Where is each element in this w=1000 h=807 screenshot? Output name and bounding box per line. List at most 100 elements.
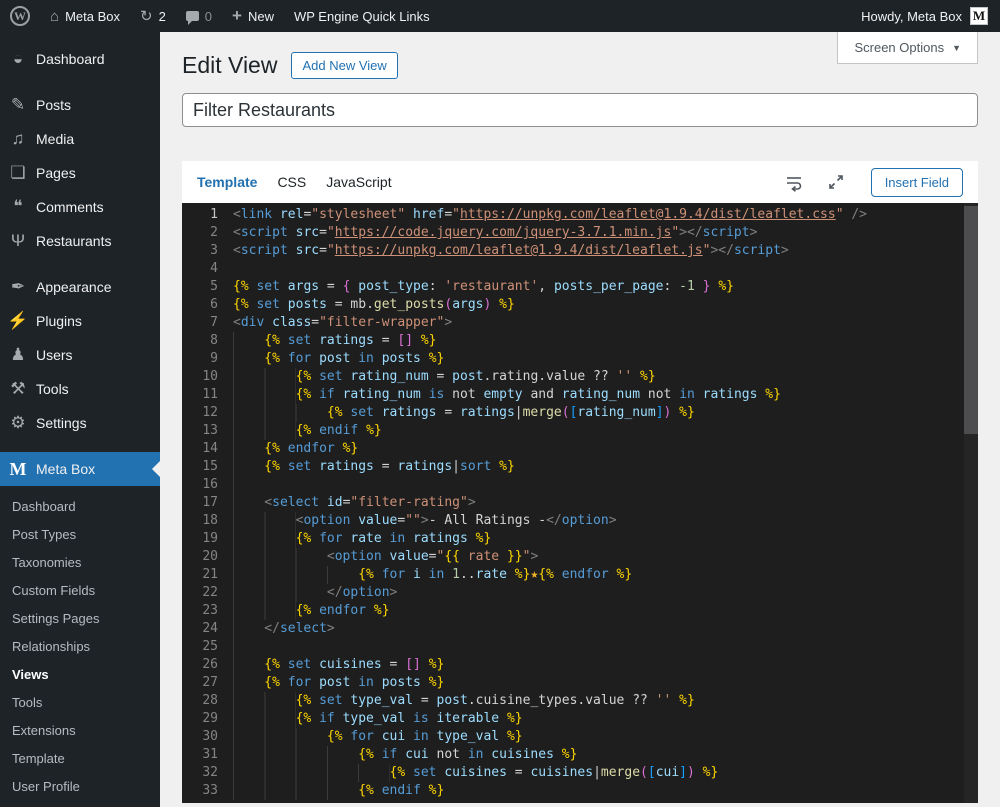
menu-separator bbox=[0, 440, 160, 452]
sidebar-item-media[interactable]: ♫ Media bbox=[0, 122, 160, 156]
wp-logo-menu[interactable]: W bbox=[0, 0, 40, 32]
sidebar-item-users[interactable]: ♟ Users bbox=[0, 338, 160, 372]
line-content: {% for i in 1..rate %}★{% endfor %} bbox=[233, 566, 632, 584]
code-editor[interactable]: 1 <link rel="stylesheet" href="https://un… bbox=[182, 203, 978, 803]
editor-tabs: Template CSS JavaScript bbox=[197, 174, 392, 190]
indent-guide bbox=[233, 584, 327, 602]
code-line: 9 {% for post in posts %} bbox=[182, 350, 978, 368]
line-content: {% endfor %} bbox=[233, 440, 358, 458]
line-number: 24 bbox=[202, 621, 218, 636]
wrap-lines-icon[interactable] bbox=[783, 171, 805, 193]
sidebar-item-plugins[interactable]: ⚡ Plugins bbox=[0, 304, 160, 338]
view-title-input[interactable] bbox=[182, 93, 978, 127]
comments-menu[interactable]: 0 bbox=[176, 0, 222, 32]
tab-css[interactable]: CSS bbox=[277, 174, 306, 190]
submenu-item-template[interactable]: Template bbox=[0, 744, 160, 772]
line-number: 33 bbox=[202, 783, 218, 798]
fullscreen-icon[interactable] bbox=[825, 171, 847, 193]
submenu-item-tools[interactable]: Tools bbox=[0, 688, 160, 716]
line-content: {% if type_val is iterable %} bbox=[233, 710, 523, 728]
site-name-menu[interactable]: ⌂ Meta Box bbox=[40, 0, 130, 32]
code-line: 30 {% for cui in type_val %} bbox=[182, 728, 978, 746]
submenu-item-views[interactable]: Views bbox=[0, 660, 160, 688]
line-content: {% set ratings = ratings|sort %} bbox=[233, 458, 515, 476]
editor-toolbar: Template CSS JavaScript Insert Field bbox=[182, 161, 978, 203]
indent-guide bbox=[233, 494, 265, 512]
line-content: {% for cui in type_val %} bbox=[233, 728, 523, 746]
chevron-down-icon: ▼ bbox=[952, 42, 961, 53]
sidebar-item-posts[interactable]: ✎ Posts bbox=[0, 88, 160, 122]
submenu-item-user-profile[interactable]: User Profile bbox=[0, 772, 160, 800]
submenu-item-custom-fields[interactable]: Custom Fields bbox=[0, 576, 160, 604]
code-line: 6 {% set posts = mb.get_posts(args) %} bbox=[182, 296, 978, 314]
insert-field-button[interactable]: Insert Field bbox=[870, 167, 963, 197]
updates-icon: ↻ bbox=[139, 8, 153, 25]
settings-icon: ⚙ bbox=[10, 413, 26, 432]
updates-count: 2 bbox=[158, 8, 166, 24]
howdy-menu[interactable]: Howdy, Meta Box bbox=[853, 9, 970, 24]
sidebar-item-label: Media bbox=[36, 131, 75, 147]
code-line: 32 {% set cuisines = cuisines|merge([cui]… bbox=[182, 764, 978, 782]
sidebar-item-tools[interactable]: ⚒ Tools bbox=[0, 372, 160, 406]
line-number: 25 bbox=[202, 639, 218, 654]
submenu-item-taxonomies[interactable]: Taxonomies bbox=[0, 548, 160, 576]
code-line: 15 {% set ratings = ratings|sort %} bbox=[182, 458, 978, 476]
line-content: <option value="{{ rate }}"> bbox=[233, 548, 538, 566]
indent-guide bbox=[233, 782, 359, 800]
indent-guide bbox=[233, 476, 265, 494]
submenu-item-post-types[interactable]: Post Types bbox=[0, 520, 160, 548]
tab-template[interactable]: Template bbox=[197, 174, 257, 190]
posts-icon: ✎ bbox=[10, 95, 26, 114]
sidebar-item-dashboard[interactable]: ◒ Dashboard bbox=[0, 42, 160, 76]
line-number: 5 bbox=[210, 279, 218, 294]
indent-guide bbox=[233, 674, 265, 692]
add-new-view-button[interactable]: Add New View bbox=[291, 52, 398, 79]
sidebar-item-comments[interactable]: ❝ Comments bbox=[0, 190, 160, 224]
code-line: 22 </option> bbox=[182, 584, 978, 602]
line-number: 17 bbox=[202, 495, 218, 510]
indent-guide bbox=[233, 530, 296, 548]
submenu-item-relationships[interactable]: Relationships bbox=[0, 632, 160, 660]
editor-scrollbar-thumb[interactable] bbox=[964, 206, 978, 434]
editor-scrollbar-track[interactable] bbox=[964, 203, 978, 803]
sidebar-item-settings[interactable]: ⚙ Settings bbox=[0, 406, 160, 440]
home-icon: ⌂ bbox=[50, 7, 60, 25]
sidebar-item-restaurants[interactable]: Ψ Restaurants bbox=[0, 224, 160, 258]
line-content: {% set ratings = ratings|merge([rating_n… bbox=[233, 404, 695, 422]
screen-options-button[interactable]: Screen Options ▼ bbox=[837, 32, 978, 64]
line-number: 15 bbox=[202, 459, 218, 474]
updates-menu[interactable]: ↻ 2 bbox=[130, 0, 176, 32]
code-line: 29 {% if type_val is iterable %} bbox=[182, 710, 978, 728]
line-content: {% if cui not in cuisines %} bbox=[233, 746, 577, 764]
line-number: 3 bbox=[210, 243, 218, 258]
code-line: 14 {% endfor %} bbox=[182, 440, 978, 458]
sidebar-item-pages[interactable]: ❏ Pages bbox=[0, 156, 160, 190]
appearance-icon: ✒ bbox=[10, 277, 26, 296]
new-content-menu[interactable]: + New bbox=[222, 0, 284, 32]
code-line: 25 bbox=[182, 638, 978, 656]
avatar[interactable]: M bbox=[970, 7, 988, 25]
line-content: {% set cuisines = cuisines|merge([cui]) … bbox=[233, 764, 718, 782]
sidebar-item-appearance[interactable]: ✒ Appearance bbox=[0, 270, 160, 304]
line-content: <script src="https://unpkg.com/leaflet@1… bbox=[233, 243, 789, 258]
submenu-item-dashboard[interactable]: Dashboard bbox=[0, 492, 160, 520]
line-content: {% if rating_num is not empty and rating… bbox=[233, 386, 781, 404]
code-line: 2 <script src="https://code.jquery.com/jq… bbox=[182, 224, 978, 242]
indent-guide bbox=[233, 602, 296, 620]
line-content: {% set args = { post_type: 'restaurant',… bbox=[233, 279, 734, 294]
sidebar-item-label: Settings bbox=[36, 415, 87, 431]
tab-javascript[interactable]: JavaScript bbox=[326, 174, 391, 190]
wp-engine-quick-links-menu[interactable]: WP Engine Quick Links bbox=[284, 0, 440, 32]
sidebar-item-meta-box[interactable]: M Meta Box bbox=[0, 452, 160, 486]
submenu-item-settings-pages[interactable]: Settings Pages bbox=[0, 604, 160, 632]
indent-guide bbox=[233, 692, 296, 710]
code-lines: 1 <link rel="stylesheet" href="https://un… bbox=[182, 206, 978, 800]
code-line: 21 {% for i in 1..rate %}★{% endfor %} bbox=[182, 566, 978, 584]
content-area: Screen Options ▼ Edit View Add New View … bbox=[160, 32, 1000, 807]
plugins-icon: ⚡ bbox=[7, 311, 29, 330]
line-number: 22 bbox=[202, 585, 218, 600]
indent-guide bbox=[233, 638, 265, 656]
submenu-item-extensions[interactable]: Extensions bbox=[0, 716, 160, 744]
line-number: 13 bbox=[202, 423, 218, 438]
line-number: 9 bbox=[210, 351, 218, 366]
